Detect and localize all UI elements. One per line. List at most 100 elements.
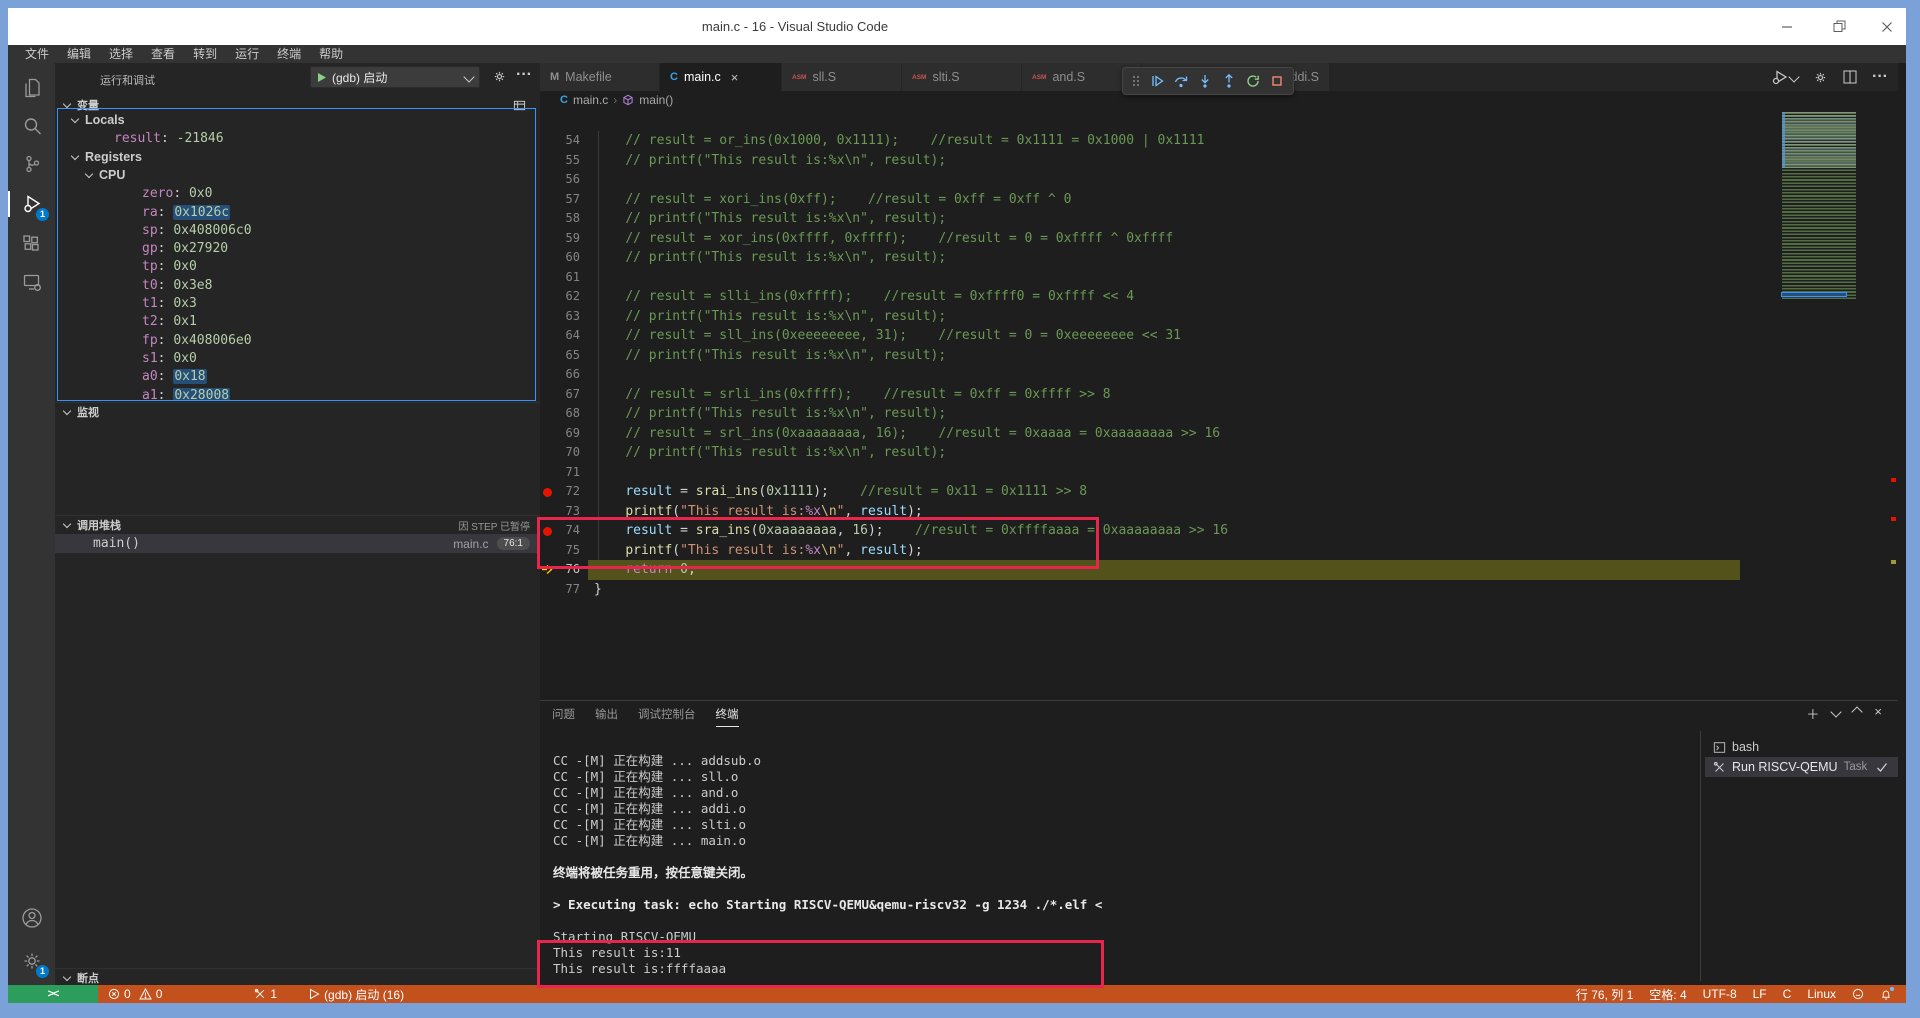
account-button[interactable] xyxy=(8,903,55,933)
restore-button[interactable] xyxy=(1822,8,1856,45)
tree-row-s1[interactable]: s1: 0x0 xyxy=(58,349,536,367)
minimize-button[interactable] xyxy=(1770,8,1804,45)
indentation-status[interactable]: 空格: 4 xyxy=(1649,986,1686,1003)
step-into-button[interactable] xyxy=(1197,73,1213,89)
menu-item-选择[interactable]: 选择 xyxy=(100,45,142,63)
terminal-dropdown-button[interactable] xyxy=(1832,704,1840,723)
tree-row-sp[interactable]: sp: 0x408006c0 xyxy=(58,221,536,239)
tab-sll.S[interactable]: ASMsll.S xyxy=(782,63,902,91)
tab-main.c[interactable]: Cmain.c× xyxy=(660,63,782,91)
maximize-panel-button[interactable] xyxy=(1853,704,1861,723)
call-stack-section-header[interactable]: 调用堆栈 因 STEP 已暂停 xyxy=(55,515,540,534)
sidebar-item-extensions[interactable] xyxy=(8,229,55,259)
breakpoints-section-header[interactable]: 断点 xyxy=(55,968,540,985)
watch-section-header[interactable]: 监视 xyxy=(55,402,540,421)
menu-item-文件[interactable]: 文件 xyxy=(16,45,58,63)
debug-settings-button[interactable] xyxy=(492,69,507,84)
panel-tab-输出[interactable]: 输出 xyxy=(595,701,618,727)
feedback-button[interactable] xyxy=(1852,988,1864,1000)
language-status[interactable]: C xyxy=(1783,987,1792,1001)
close-button[interactable] xyxy=(1870,8,1904,45)
menu-item-查看[interactable]: 查看 xyxy=(142,45,184,63)
new-terminal-button[interactable]: ＋ xyxy=(1806,704,1819,723)
tree-row-Locals[interactable]: Locals xyxy=(58,111,536,129)
tree-row-Registers[interactable]: Registers xyxy=(58,148,536,166)
continue-button[interactable] xyxy=(1149,73,1165,89)
code-line-61[interactable]: 61 xyxy=(540,268,1898,288)
running-tasks-status[interactable]: 1 xyxy=(254,985,277,1003)
close-panel-button[interactable]: × xyxy=(1874,704,1882,723)
code-line-74[interactable]: 74 result = sra_ins(0xaaaaaaaa, 16); //r… xyxy=(540,521,1898,541)
code-line-57[interactable]: 57 // result = xori_ins(0xff); //result … xyxy=(540,190,1898,210)
step-over-button[interactable] xyxy=(1173,73,1189,89)
tree-row-gp[interactable]: gp: 0x27920 xyxy=(58,239,536,257)
menu-item-终端[interactable]: 终端 xyxy=(268,45,310,63)
terminal-list-item-Run RISCV-QEMU[interactable]: Run RISCV-QEMUTask xyxy=(1705,757,1898,777)
tree-row-t0[interactable]: t0: 0x3e8 xyxy=(58,276,536,294)
more-actions-button[interactable]: ··· xyxy=(1872,68,1888,86)
tree-row-zero[interactable]: zero: 0x0 xyxy=(58,184,536,202)
code-line-54[interactable]: 54 // result = or_ins(0x1000, 0x1111); /… xyxy=(540,131,1898,151)
cursor-position-status[interactable]: 行 76, 列 1 xyxy=(1576,986,1633,1003)
code-line-59[interactable]: 59 // result = xor_ins(0xffff, 0xffff); … xyxy=(540,229,1898,249)
eol-status[interactable]: LF xyxy=(1753,987,1767,1001)
encoding-status[interactable]: UTF-8 xyxy=(1703,987,1737,1001)
code-line-76[interactable]: 76 return 0; xyxy=(540,560,1898,580)
tree-row-result[interactable]: result: -21846 xyxy=(58,129,536,147)
code-line-65[interactable]: 65 // printf("This result is:%x\n", resu… xyxy=(540,346,1898,366)
breakpoint-dot[interactable] xyxy=(543,488,552,497)
notifications-button[interactable] xyxy=(1880,988,1892,1001)
tab-slti.S[interactable]: ASMslti.S xyxy=(902,63,1022,91)
code-line-68[interactable]: 68 // printf("This result is:%x\n", resu… xyxy=(540,404,1898,424)
editor-settings-button[interactable] xyxy=(1813,70,1828,85)
code-line-58[interactable]: 58 // printf("This result is:%x\n", resu… xyxy=(540,209,1898,229)
close-icon[interactable]: × xyxy=(731,70,739,85)
panel-tab-终端[interactable]: 终端 xyxy=(716,701,739,727)
stack-frame-main[interactable]: main() main.c 76:1 xyxy=(55,534,540,553)
tab-Makefile[interactable]: MMakefile xyxy=(540,63,660,91)
code-area[interactable]: 54 // result = or_ins(0x1000, 0x1111); /… xyxy=(540,109,1898,700)
settings-button[interactable]: 1 xyxy=(8,946,55,976)
breakpoint-dot[interactable] xyxy=(543,527,552,536)
more-actions-button[interactable]: ··· xyxy=(516,66,532,84)
sidebar-item-search[interactable] xyxy=(8,111,55,141)
stop-button[interactable] xyxy=(1269,73,1285,89)
code-line-72[interactable]: 72 result = srai_ins(0x1111); //result =… xyxy=(540,482,1898,502)
code-line-64[interactable]: 64 // result = sll_ins(0xeeeeeeee, 31); … xyxy=(540,326,1898,346)
tree-row-fp[interactable]: fp: 0x408006e0 xyxy=(58,331,536,349)
code-line-75[interactable]: 75 printf("This result is:%x\n", result)… xyxy=(540,541,1898,561)
run-or-debug-button[interactable] xyxy=(1772,69,1798,85)
code-line-73[interactable]: 73 printf("This result is:%x\n", result)… xyxy=(540,502,1898,522)
breadcrumb-symbol[interactable]: main() xyxy=(639,93,673,107)
launch-config-dropdown[interactable]: (gdb) 启动 xyxy=(310,66,480,88)
remote-indicator[interactable]: >< xyxy=(8,985,98,1003)
sidebar-item-source-control[interactable] xyxy=(8,149,55,179)
sidebar-item-remote-explorer[interactable] xyxy=(8,267,55,297)
tree-row-t1[interactable]: t1: 0x3 xyxy=(58,294,536,312)
tree-row-CPU[interactable]: CPU xyxy=(58,166,536,184)
code-line-71[interactable]: 71 xyxy=(540,463,1898,483)
menu-item-运行[interactable]: 运行 xyxy=(226,45,268,63)
tree-row-t2[interactable]: t2: 0x1 xyxy=(58,312,536,330)
panel-tab-问题[interactable]: 问题 xyxy=(552,701,575,727)
step-out-button[interactable] xyxy=(1221,73,1237,89)
menu-item-帮助[interactable]: 帮助 xyxy=(310,45,352,63)
debug-session-status[interactable]: (gdb) 启动 (16) xyxy=(309,985,404,1003)
restart-button[interactable] xyxy=(1245,73,1261,89)
tree-row-a1[interactable]: a1: 0x28008 xyxy=(58,386,536,402)
code-line-63[interactable]: 63 // printf("This result is:%x\n", resu… xyxy=(540,307,1898,327)
os-status[interactable]: Linux xyxy=(1807,987,1836,1001)
code-line-67[interactable]: 67 // result = srli_ins(0xffff); //resul… xyxy=(540,385,1898,405)
menu-item-编辑[interactable]: 编辑 xyxy=(58,45,100,63)
sidebar-item-run-debug[interactable]: 1 xyxy=(8,189,55,219)
menu-item-转到[interactable]: 转到 xyxy=(184,45,226,63)
minimap[interactable] xyxy=(1782,112,1856,300)
tree-row-ra[interactable]: ra: 0x1026c xyxy=(58,203,536,221)
breadcrumb-file[interactable]: main.c xyxy=(573,93,608,107)
code-line-69[interactable]: 69 // result = srl_ins(0xaaaaaaaa, 16); … xyxy=(540,424,1898,444)
terminal-list-item-bash[interactable]: bash xyxy=(1705,737,1898,757)
code-line-60[interactable]: 60 // printf("This result is:%x\n", resu… xyxy=(540,248,1898,268)
tree-row-tp[interactable]: tp: 0x0 xyxy=(58,257,536,275)
code-line-66[interactable]: 66 xyxy=(540,365,1898,385)
panel-tab-调试控制台[interactable]: 调试控制台 xyxy=(638,701,696,727)
